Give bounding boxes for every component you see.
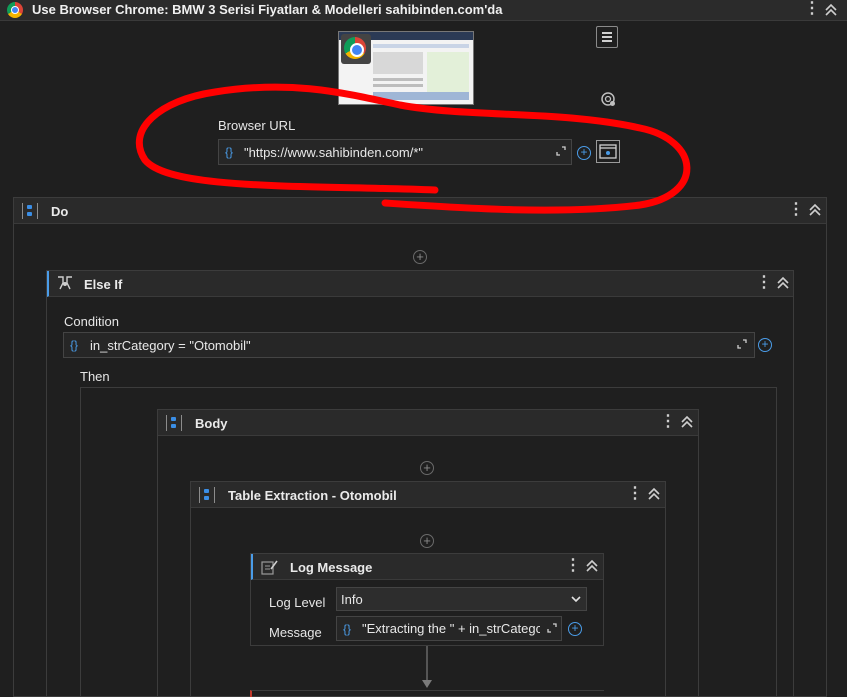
red-annotation-scribble <box>135 83 691 214</box>
